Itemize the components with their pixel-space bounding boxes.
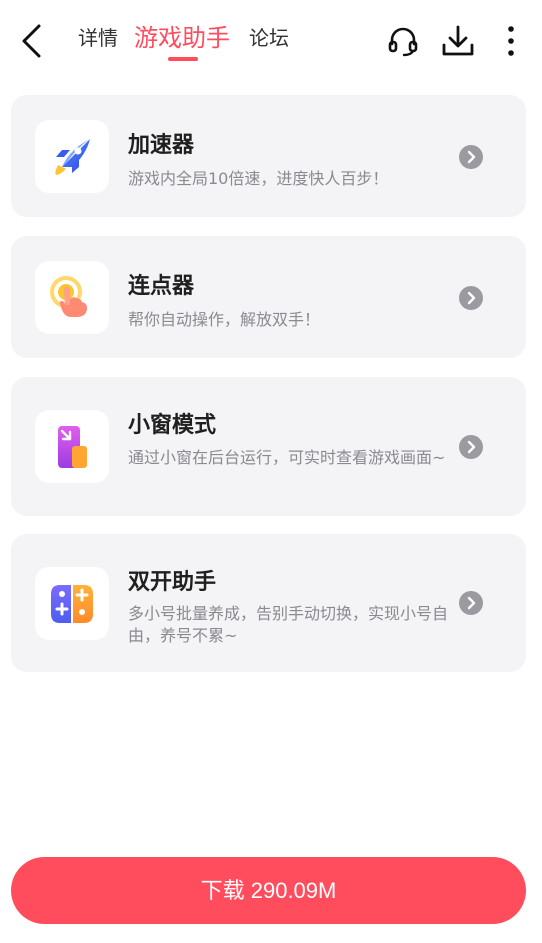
feature-description: 游戏内全局10倍速，进度快人百步！	[128, 169, 389, 188]
download-icon	[442, 25, 474, 56]
feature-description: 多小号批量养成，告别手动切换，实现小号自由，养号不累~	[128, 604, 449, 645]
feature-card-auto-clicker[interactable]: 连点器 帮你自动操作，解放双手！	[11, 236, 526, 358]
small-window-icon	[58, 425, 87, 468]
game-assistant-page: 详情 游戏助手 论坛 加速器 游戏内全局10倍速，进度快人百步！ 连点器 帮你自…	[0, 0, 542, 943]
chevron-right-icon[interactable]	[459, 286, 483, 310]
tap-hand-icon	[50, 275, 87, 317]
customer-service-button[interactable]	[386, 24, 420, 58]
feature-title: 小窗模式	[128, 413, 217, 438]
feature-icon-box	[35, 261, 109, 334]
more-vertical-icon	[508, 26, 514, 56]
chevron-right-icon[interactable]	[459, 591, 483, 615]
feature-title: 双开助手	[128, 570, 217, 595]
feature-title: 加速器	[128, 133, 195, 158]
active-tab-indicator	[168, 57, 198, 61]
chevron-right-icon[interactable]	[459, 435, 483, 459]
download-manager-button[interactable]	[441, 24, 475, 58]
tab-game-assistant[interactable]: 游戏助手	[134, 20, 230, 60]
feature-card-dual-account[interactable]: 双开助手 多小号批量养成，告别手动切换，实现小号自由，养号不累~	[11, 534, 526, 672]
headset-icon	[388, 27, 418, 57]
tab-forum[interactable]: 论坛	[249, 20, 289, 60]
feature-description: 通过小窗在后台运行，可实时查看游戏画面~	[128, 448, 446, 467]
feature-icon-box	[35, 410, 109, 483]
feature-title: 连点器	[128, 274, 195, 299]
top-bar: 详情 游戏助手 论坛	[0, 0, 542, 80]
more-options-button[interactable]	[497, 24, 525, 58]
download-button[interactable]: 下载 290.09M	[11, 857, 526, 924]
feature-card-small-window[interactable]: 小窗模式 通过小窗在后台运行，可实时查看游戏画面~	[11, 377, 526, 516]
tab-details[interactable]: 详情	[78, 20, 118, 60]
dual-gamepad-icon	[51, 584, 93, 623]
feature-icon-box	[35, 567, 109, 640]
feature-description: 帮你自动操作，解放双手！	[128, 310, 321, 329]
back-button[interactable]	[14, 22, 48, 60]
rocket-icon	[55, 138, 90, 175]
feature-icon-box	[35, 120, 109, 193]
back-arrow-icon	[22, 24, 41, 58]
chevron-right-icon[interactable]	[459, 145, 483, 169]
feature-card-accelerator[interactable]: 加速器 游戏内全局10倍速，进度快人百步！	[11, 95, 526, 217]
